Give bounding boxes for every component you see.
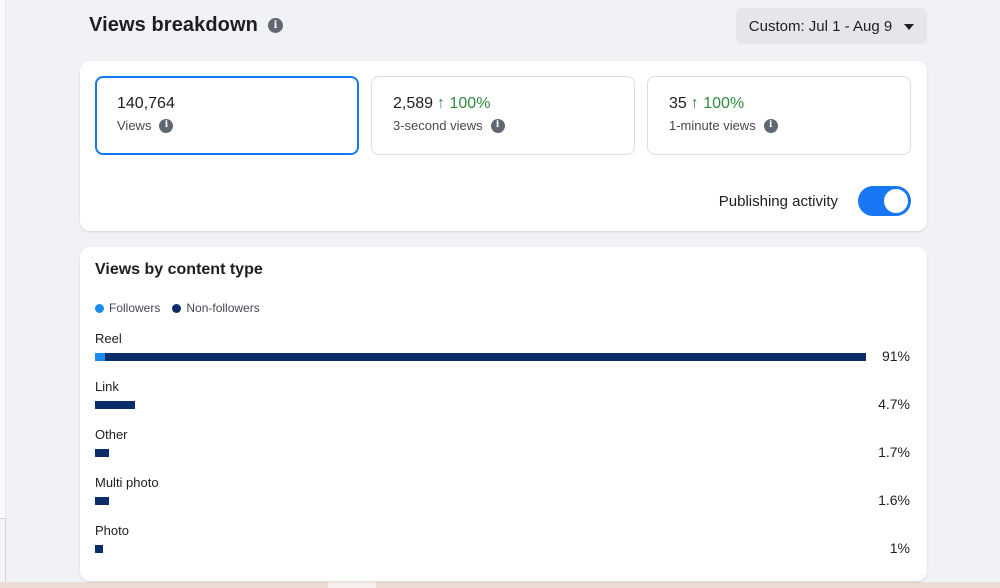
row-label: Multi photo: [95, 475, 159, 490]
row-label: Link: [95, 379, 119, 394]
bar-non-followers[interactable]: [95, 545, 103, 553]
left-edge-panel: [0, 0, 6, 588]
info-icon[interactable]: i: [267, 18, 283, 33]
bar-followers[interactable]: [95, 353, 105, 361]
content-type-title: Views by content type: [95, 261, 263, 278]
metric-value: 35: [669, 95, 687, 112]
metric-delta: ↑ 100%: [437, 95, 491, 112]
info-icon[interactable]: i: [159, 118, 174, 133]
row-percentage: 91%: [881, 348, 910, 364]
page-title: Views breakdown: [89, 14, 258, 36]
row-label: Other: [95, 427, 128, 442]
bar-track: [95, 545, 866, 553]
bar-track: [95, 401, 866, 409]
metric-3-second-views[interactable]: 2,589 ↑ 100% 3-second views i: [371, 76, 635, 155]
metric-label: 3-second views: [393, 118, 483, 133]
chart-legend: Followers Non-followers: [95, 301, 260, 315]
bar-non-followers[interactable]: [105, 353, 866, 361]
legend-label: Followers: [109, 301, 161, 315]
left-edge-tab: [0, 518, 6, 588]
bottom-edge-strip: [0, 582, 1000, 588]
section-header: Views breakdown i: [89, 14, 283, 37]
publishing-activity-toggle[interactable]: [858, 186, 911, 216]
info-icon[interactable]: i: [763, 118, 778, 133]
metric-delta: ↑ 100%: [690, 95, 745, 112]
info-icon[interactable]: i: [490, 118, 505, 133]
metric-1-minute-views[interactable]: 35 ↑ 100% 1-minute views i: [647, 76, 911, 155]
metric-label: Views: [117, 118, 152, 133]
metric-label: 1-minute views: [669, 118, 756, 133]
followers-dot-icon: [95, 303, 104, 313]
metric-views[interactable]: 140,764 Views i: [95, 76, 359, 155]
row-label: Reel: [95, 331, 122, 346]
publishing-activity-label: Publishing activity: [718, 192, 838, 210]
row-label: Photo: [95, 523, 129, 538]
non-followers-dot-icon: [172, 303, 182, 313]
bar-track: [95, 353, 866, 361]
content-type-card: Views by content type Followers Non-foll…: [80, 247, 927, 581]
metrics-card: 140,764 Views i 2,589 ↑ 100% 3-second vi…: [80, 61, 927, 231]
legend-followers: Followers: [95, 301, 160, 315]
legend-label: Non-followers: [186, 301, 260, 315]
bar-non-followers[interactable]: [95, 401, 135, 409]
bar-track: [95, 449, 866, 457]
bar-non-followers[interactable]: [95, 497, 109, 505]
bar-non-followers[interactable]: [95, 449, 109, 457]
date-range-label: Custom: Jul 1 - Aug 9: [748, 17, 893, 35]
date-range-dropdown[interactable]: Custom: Jul 1 - Aug 9: [736, 8, 927, 44]
row-percentage: 4.7%: [878, 396, 910, 412]
row-percentage: 1.7%: [878, 444, 910, 460]
toggle-knob: [884, 189, 908, 213]
bar-track: [95, 497, 866, 505]
row-percentage: 1%: [889, 540, 910, 556]
caret-down-icon: [904, 23, 915, 30]
metric-value: 140,764: [117, 95, 175, 112]
legend-non-followers: Non-followers: [172, 301, 260, 315]
row-percentage: 1.6%: [878, 492, 910, 508]
publishing-activity-control: Publishing activity: [719, 186, 911, 216]
metric-value: 2,589: [393, 95, 434, 112]
